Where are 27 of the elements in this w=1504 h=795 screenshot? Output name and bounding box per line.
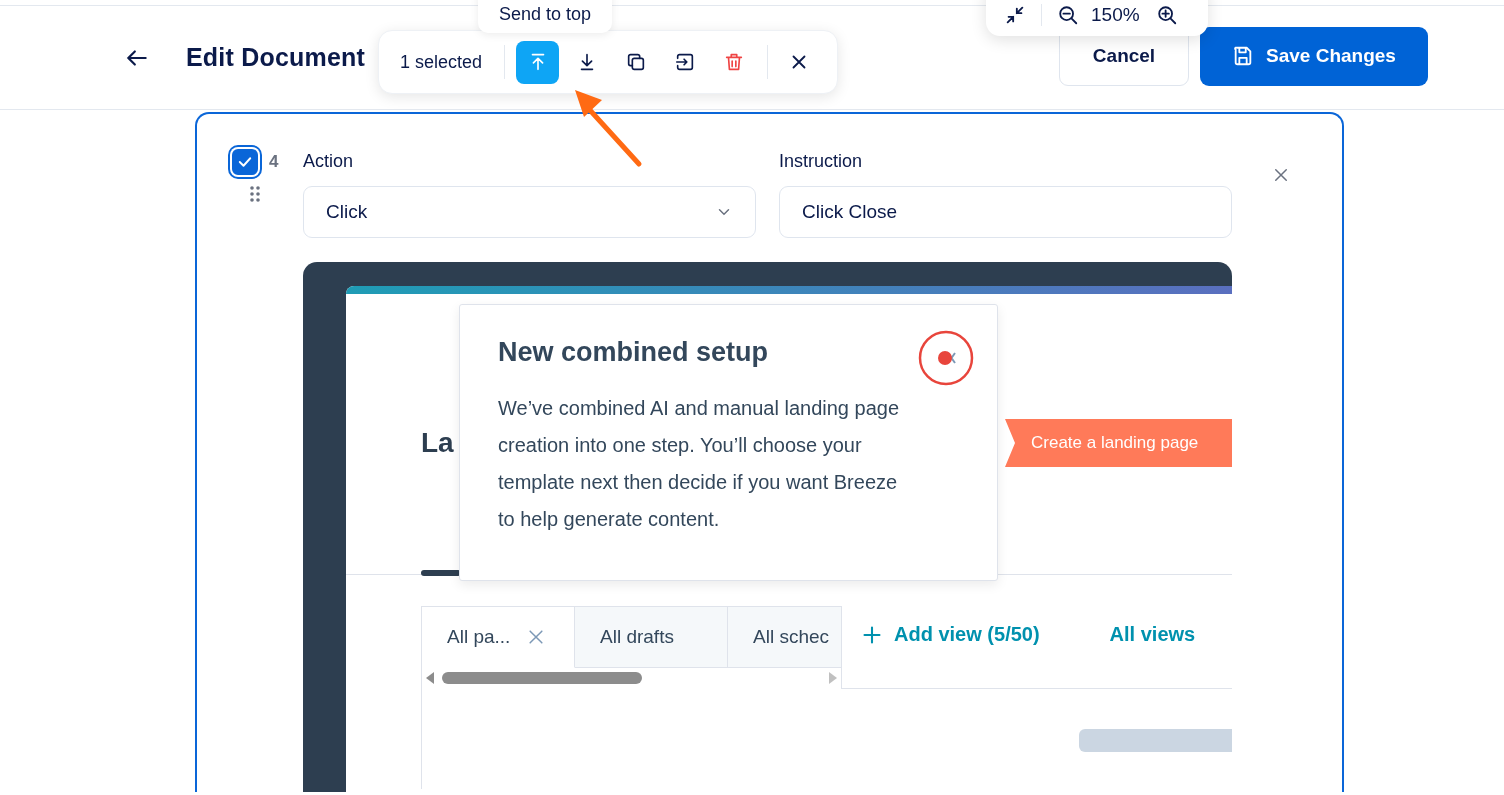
- save-changes-button[interactable]: Save Changes: [1200, 26, 1428, 86]
- zoom-out-icon[interactable]: [1057, 4, 1079, 26]
- highlighted-close-icon[interactable]: [918, 330, 974, 386]
- scroll-left-icon[interactable]: [426, 672, 434, 684]
- tooltip: Send to top: [478, 0, 612, 33]
- page-heading: La: [421, 427, 454, 459]
- add-view-link[interactable]: Add view (5/50): [862, 623, 1040, 646]
- view-tab[interactable]: All schec: [728, 607, 841, 668]
- field-label: Instruction: [779, 151, 864, 172]
- move-icon: [673, 51, 696, 73]
- page-title: Edit Document: [186, 43, 365, 72]
- step-number: 4: [269, 152, 279, 172]
- field-label: Action: [303, 151, 355, 172]
- action-dropdown[interactable]: Click: [303, 186, 756, 238]
- callout-tag: Create a landing page: [1005, 419, 1232, 467]
- popover-text: We’ve combined AI and manual landing page creation into one step. You’ll choose your template next then decide if you want Breeze to help generate content.: [498, 396, 900, 532]
- zoom-in-icon[interactable]: [1155, 4, 1178, 26]
- instruction-field[interactable]: Click Close: [779, 186, 1232, 238]
- popover-title: New combined setup: [498, 337, 770, 368]
- selected-toolbar-button[interactable]: [516, 40, 560, 84]
- drag-handle-icon[interactable]: [250, 186, 260, 202]
- view-tab[interactable]: All drafts: [575, 607, 728, 668]
- selection-count: 1 selected: [400, 51, 483, 73]
- zoom-level: 150%: [1091, 4, 1140, 26]
- plus-icon: [862, 624, 882, 645]
- all-views-link[interactable]: All views: [1109, 623, 1196, 646]
- collapse-icon[interactable]: [1004, 4, 1026, 26]
